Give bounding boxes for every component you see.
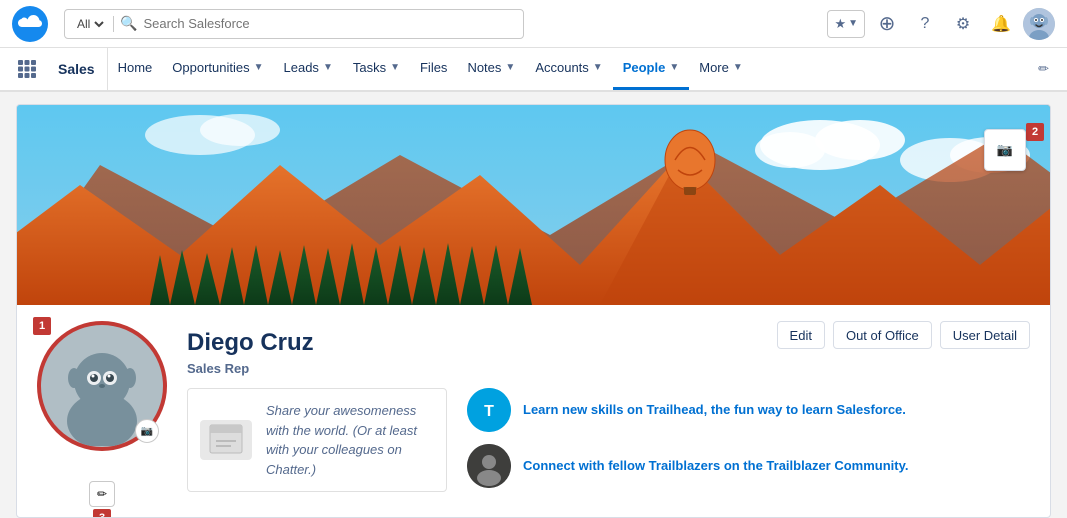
add-button[interactable]: ⊕: [871, 8, 903, 40]
search-scope-select[interactable]: All: [73, 16, 107, 32]
trailhead-links: T Learn new skills on Trailhead, the fun…: [467, 388, 1030, 492]
search-container: All 🔍: [64, 9, 524, 39]
search-icon: 🔍: [120, 15, 137, 32]
profile-avatar[interactable]: [1023, 8, 1055, 40]
chevron-icon: ▼: [505, 62, 515, 73]
utility-bar: All 🔍 ★ ▼ ⊕ ? ⚙ 🔔: [0, 0, 1067, 48]
camera-icon: 📷: [141, 426, 153, 437]
favorites-button[interactable]: ★ ▼: [827, 10, 865, 38]
trailhead-link-anchor-2[interactable]: Connect with fellow Trailblazers on the …: [523, 458, 909, 473]
bio-text: Share your awesomeness with the world. (…: [266, 401, 434, 479]
avatar-edit-button[interactable]: ✏: [89, 481, 115, 507]
notifications-icon[interactable]: 🔔: [985, 8, 1017, 40]
nav-item-notes[interactable]: Notes ▼: [457, 48, 525, 90]
out-of-office-button[interactable]: Out of Office: [833, 321, 932, 349]
trailhead-icon-2: [467, 444, 511, 488]
avatar-camera-button[interactable]: 📷: [135, 419, 159, 443]
search-input[interactable]: [143, 16, 515, 31]
chevron-icon: ▼: [669, 62, 679, 73]
profile-content: 1: [17, 305, 1050, 517]
bio-card-icon: [200, 420, 252, 460]
avatar-area: 1: [37, 321, 167, 497]
user-detail-button[interactable]: User Detail: [940, 321, 1030, 349]
trailhead-icon-1: T: [467, 388, 511, 432]
trailhead-link-anchor-1[interactable]: Learn new skills on Trailhead, the fun w…: [523, 402, 906, 417]
camera-icon: 📷: [997, 142, 1013, 158]
profile-banner: 📷 2: [17, 105, 1050, 305]
chevron-icon: ▼: [390, 62, 400, 73]
setup-icon[interactable]: ⚙: [947, 8, 979, 40]
chevron-icon: ▼: [733, 62, 743, 73]
profile-wrapper: 📷 2 1: [16, 104, 1051, 518]
svg-text:T: T: [484, 403, 494, 420]
trailhead-link-1: T Learn new skills on Trailhead, the fun…: [467, 388, 1030, 432]
utility-icons: ★ ▼ ⊕ ? ⚙ 🔔: [827, 8, 1055, 40]
bio-area: Share your awesomeness with the world. (…: [187, 388, 1030, 492]
trailhead-link-2: Connect with fellow Trailblazers on the …: [467, 444, 1030, 488]
nav-item-leads[interactable]: Leads ▼: [274, 48, 343, 90]
app-name: Sales: [46, 48, 108, 90]
app-launcher-button[interactable]: [8, 48, 46, 90]
nav-item-more[interactable]: More ▼: [689, 48, 753, 90]
chevron-icon: ▼: [593, 62, 603, 73]
trailhead-text-2: Connect with fellow Trailblazers on the …: [523, 457, 909, 475]
nav-edit-button[interactable]: ✏: [1028, 48, 1059, 90]
profile-title: Sales Rep: [187, 361, 1030, 376]
chevron-icon: ▼: [323, 62, 333, 73]
edit-button[interactable]: Edit: [777, 321, 825, 349]
pencil-icon: ✏: [97, 487, 107, 501]
star-icon: ★: [834, 16, 846, 32]
nav-item-people[interactable]: People ▼: [613, 48, 690, 90]
bio-card: Share your awesomeness with the world. (…: [187, 388, 447, 492]
trailhead-text-1: Learn new skills on Trailhead, the fun w…: [523, 401, 906, 419]
nav-bar: Sales Home Opportunities ▼ Leads ▼ Tasks…: [0, 48, 1067, 92]
nav-item-home[interactable]: Home: [108, 48, 163, 90]
nav-item-files[interactable]: Files: [410, 48, 457, 90]
nav-item-tasks[interactable]: Tasks ▼: [343, 48, 410, 90]
badge-1: 1: [33, 317, 51, 335]
nav-item-accounts[interactable]: Accounts ▼: [525, 48, 612, 90]
profile-actions: Edit Out of Office User Detail: [777, 321, 1030, 349]
nav-item-opportunities[interactable]: Opportunities ▼: [162, 48, 273, 90]
help-button[interactable]: ?: [909, 8, 941, 40]
badge-2: 2: [1026, 123, 1044, 141]
banner-camera-button[interactable]: 📷: [984, 129, 1026, 171]
chevron-icon: ▼: [254, 62, 264, 73]
badge-3: 3: [93, 509, 111, 518]
chevron-down-icon: ▼: [848, 18, 858, 29]
salesforce-logo[interactable]: [12, 6, 48, 42]
